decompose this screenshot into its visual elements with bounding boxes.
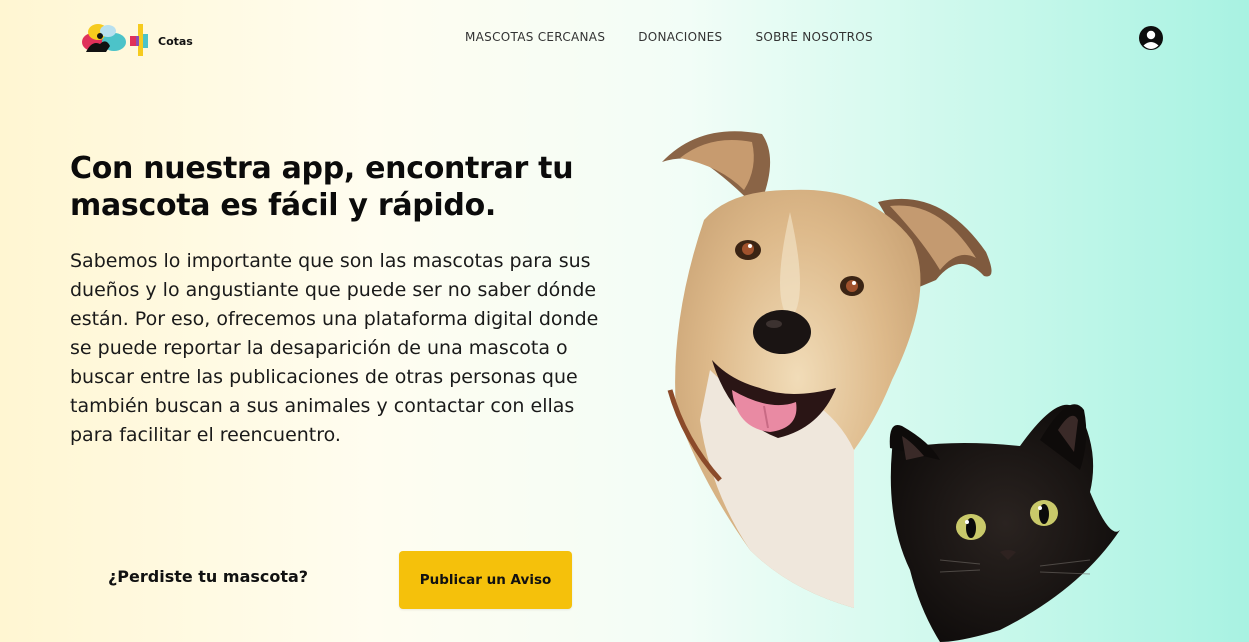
dog-nose <box>753 310 811 354</box>
user-circle-icon <box>1139 26 1163 50</box>
nav-item-donaciones[interactable]: DONACIONES <box>638 30 722 44</box>
user-account-button[interactable] <box>1138 25 1164 51</box>
pets-image <box>640 120 1160 642</box>
logo[interactable]: Cotas <box>76 22 196 58</box>
logo-mark-icon <box>82 24 148 56</box>
cta-question: ¿Perdiste tu mascota? <box>108 567 309 586</box>
hero-description: Sabemos lo importante que son las mascot… <box>70 250 599 446</box>
logo-text: Cotas <box>158 34 193 48</box>
nav-item-mascotas-cercanas[interactable]: MASCOTAS CERCANAS <box>465 30 605 44</box>
nav-item-sobre-nosotros[interactable]: SOBRE NOSOTROS <box>755 30 872 44</box>
publish-notice-button[interactable]: Publicar un Aviso <box>399 551 572 609</box>
hero-headline: Con nuestra app, encontrar tu mascota es… <box>70 151 574 223</box>
main-nav: MASCOTAS CERCANAS DONACIONES SOBRE NOSOT… <box>465 30 873 44</box>
